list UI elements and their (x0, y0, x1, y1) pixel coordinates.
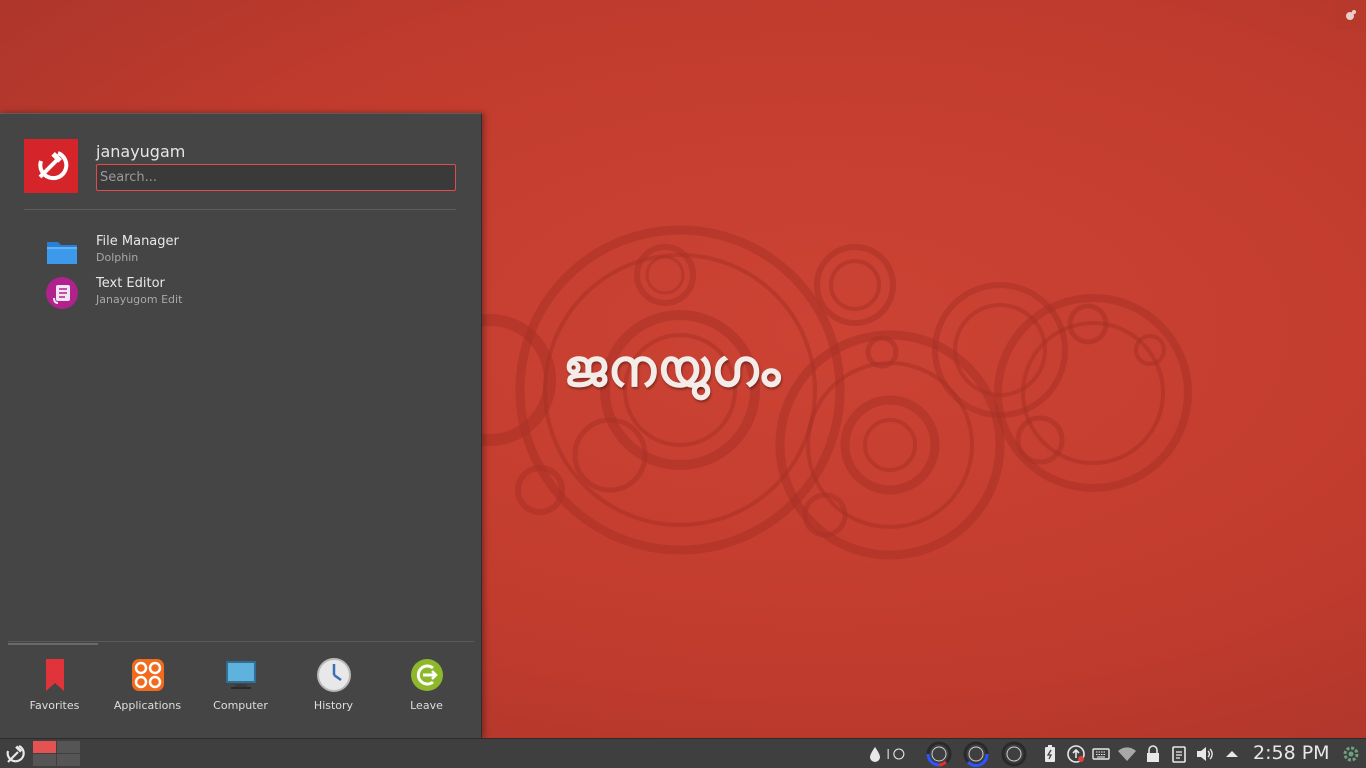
clipboard-icon[interactable] (1169, 744, 1189, 764)
keyboard-icon[interactable] (1091, 744, 1111, 764)
digital-clock[interactable]: 2:58 PM (1253, 742, 1330, 764)
hammer-sickle-icon (38, 151, 69, 181)
desktop-toolbox-button[interactable] (1336, 0, 1366, 30)
bookmark-icon (45, 659, 64, 691)
tab-history-label: History (313, 699, 354, 712)
clock-icon (316, 658, 351, 692)
bottom-panel: 2:58 PM (0, 738, 1366, 768)
panel-settings-icon[interactable] (1341, 744, 1361, 764)
folder-icon (47, 242, 77, 264)
file-manager-description: Dolphin (96, 251, 139, 264)
user-avatar[interactable] (24, 139, 78, 193)
tab-computer[interactable]: Computer (194, 649, 287, 721)
search-input[interactable] (96, 164, 456, 191)
volume-icon[interactable] (1195, 744, 1215, 764)
application-launcher-button[interactable] (4, 743, 26, 765)
text-editor-icon (46, 277, 78, 309)
user-name: janayugam (96, 142, 186, 161)
file-manager-label: File Manager (96, 234, 179, 249)
application-launcher: janayugam File Manager Dolphin (0, 113, 482, 738)
list-item-file-manager[interactable]: File Manager Dolphin (24, 232, 456, 274)
tab-bar-separator (8, 641, 474, 642)
launcher-tabs: Favorites Applications Computer History … (8, 649, 474, 721)
toolbox-icon (1346, 10, 1356, 20)
desktop-2[interactable] (57, 741, 80, 753)
active-tab-indicator (8, 643, 98, 645)
separator (24, 209, 456, 210)
lock-icon[interactable] (1143, 744, 1163, 764)
wallpaper-title: ജനയുഗം (563, 338, 782, 399)
tab-favorites-label: Favorites (29, 699, 80, 712)
updates-icon[interactable] (1066, 744, 1086, 764)
wifi-icon[interactable] (1117, 744, 1137, 764)
tab-applications[interactable]: Applications (101, 649, 194, 721)
memory-monitor-icon[interactable] (963, 741, 989, 767)
list-item-text-editor[interactable]: Text Editor Janayugom Edit (24, 274, 456, 316)
text-editor-label: Text Editor (96, 276, 165, 291)
battery-icon[interactable] (1040, 744, 1060, 764)
computer-icon (225, 661, 256, 689)
tab-leave[interactable]: Leave (380, 649, 473, 721)
tab-leave-label: Leave (410, 699, 443, 712)
tab-favorites[interactable]: Favorites (8, 649, 101, 721)
desktop-4[interactable] (57, 754, 80, 766)
favorites-list: File Manager Dolphin Text Editor Janayug… (24, 232, 456, 316)
applications-icon (131, 659, 164, 691)
tab-applications-label: Applications (113, 699, 182, 712)
chevron-up-icon[interactable] (1222, 744, 1242, 764)
tab-computer-label: Computer (213, 699, 268, 712)
swap-monitor-icon[interactable] (1001, 741, 1027, 767)
desktop-1[interactable] (33, 741, 56, 753)
text-editor-description: Janayugom Edit (96, 293, 183, 306)
leave-icon (410, 659, 443, 691)
virtual-desktop-pager[interactable] (33, 741, 81, 767)
droplet-icon[interactable] (865, 744, 885, 764)
switch-icon[interactable] (886, 744, 906, 764)
tab-history[interactable]: History (287, 649, 380, 721)
desktop-3[interactable] (33, 754, 56, 766)
cpu-monitor-icon[interactable] (926, 741, 952, 767)
